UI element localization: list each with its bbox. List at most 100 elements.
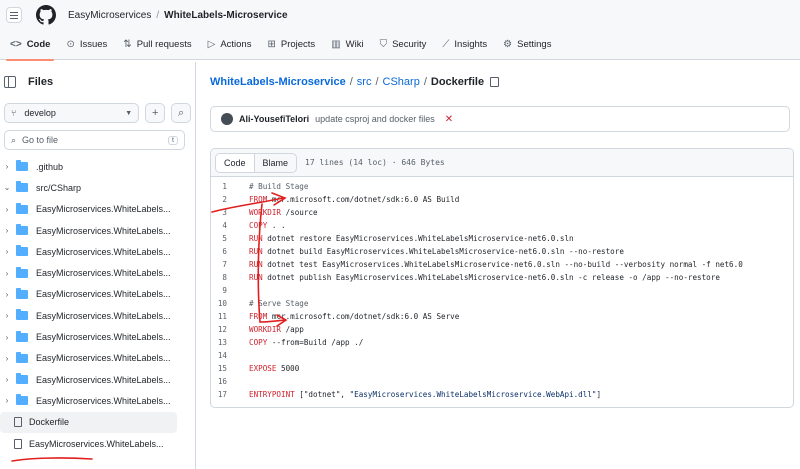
code-keyword: RUN	[249, 247, 263, 256]
code-keyword: EXPOSE	[249, 364, 277, 373]
code-text: "EasyMicroservices.WhiteLabelsMicroservi…	[349, 390, 597, 399]
commit-author[interactable]: Ali-YousefiTelori	[239, 114, 309, 124]
code-icon: <>	[10, 39, 22, 50]
tree-item-folder[interactable]: › EasyMicroservices.WhiteLabels...	[0, 326, 195, 347]
line-number[interactable]: 7	[211, 260, 249, 269]
tree-item-folder[interactable]: › EasyMicroservices.WhiteLabels...	[0, 305, 195, 326]
tab-pull-requests[interactable]: ⇅ Pull requests	[115, 30, 199, 60]
code-keyword: FROM	[249, 312, 268, 321]
issue-icon: ⊙	[66, 39, 75, 50]
tab-code[interactable]: <> Code	[2, 30, 58, 61]
code-text: ]	[596, 390, 602, 399]
code-keyword: RUN	[249, 273, 263, 282]
folder-icon	[16, 309, 28, 321]
tree-item-folder[interactable]: › EasyMicroservices.WhiteLabels...	[0, 262, 195, 283]
tree-item-folder[interactable]: › EasyMicroservices.WhiteLabels...	[0, 241, 195, 262]
tab-insights[interactable]: ⟋ Insights	[434, 30, 495, 60]
tree-item-folder[interactable]: › EasyMicroservices.WhiteLabels...	[0, 220, 195, 241]
folder-icon	[16, 330, 28, 342]
search-icon: ⌕	[177, 106, 185, 119]
sidebar-collapse-icon[interactable]	[4, 76, 16, 88]
play-icon: ▷	[207, 39, 216, 50]
failed-status-icon[interactable]: ✕	[445, 114, 453, 125]
branch-selector[interactable]: ⑂ develop ▼	[4, 103, 140, 123]
graph-icon: ⟋	[442, 39, 450, 50]
tab-wiki[interactable]: ▥ Wiki	[323, 30, 371, 60]
line-number[interactable]: 17	[211, 390, 249, 399]
code-keyword: COPY	[249, 221, 268, 230]
commit-message[interactable]: update csproj and docker files	[315, 114, 435, 124]
folder-icon	[16, 287, 28, 299]
tree-item-file[interactable]: EasyMicroservices.WhiteLabels...	[0, 433, 195, 454]
line-number[interactable]: 4	[211, 221, 249, 230]
menu-icon[interactable]	[6, 7, 22, 23]
chevron-right-icon: ›	[5, 289, 9, 299]
blame-view-button[interactable]: Blame	[255, 154, 297, 172]
line-number[interactable]: 8	[211, 273, 249, 282]
code-text: . .	[267, 221, 286, 230]
code-text: dotnet build EasyMicroservices.WhiteLabe…	[262, 247, 624, 256]
line-number[interactable]: 11	[211, 312, 249, 321]
code-line: 14	[211, 349, 793, 362]
github-logo-icon[interactable]	[36, 5, 56, 25]
code-view-button[interactable]: Code	[216, 153, 255, 172]
tab-actions[interactable]: ▷ Actions	[200, 30, 260, 60]
latest-commit-bar: Ali-YousefiTelori update csproj and dock…	[210, 106, 790, 132]
tab-issues[interactable]: ⊙ Issues	[58, 30, 115, 60]
line-number[interactable]: 16	[211, 377, 249, 386]
search-icon: ⌕	[11, 134, 17, 145]
line-number[interactable]: 5	[211, 234, 249, 243]
folder-icon	[16, 160, 28, 172]
tab-security[interactable]: ⛉ Security	[372, 30, 435, 60]
code-keyword: WORKDIR	[249, 208, 282, 217]
code-text: dotnet test EasyMicroservices.WhiteLabel…	[262, 260, 743, 269]
folder-icon	[16, 351, 28, 363]
tab-settings[interactable]: ⚙ Settings	[495, 30, 559, 60]
line-number[interactable]: 12	[211, 325, 249, 334]
search-button[interactable]: ⌕	[171, 103, 192, 123]
line-number[interactable]: 6	[211, 247, 249, 256]
go-to-file-input[interactable]: ⌕ Go to file t	[4, 130, 185, 150]
line-number[interactable]: 1	[211, 182, 249, 191]
file-breadcrumb: WhiteLabels-Microservice / src / CSharp …	[210, 62, 800, 102]
line-number[interactable]: 15	[211, 364, 249, 373]
repo-breadcrumb: EasyMicroservices / WhiteLabels-Microservi…	[68, 9, 288, 21]
gear-icon: ⚙	[503, 39, 513, 50]
line-number[interactable]: 9	[211, 286, 249, 295]
tree-item-github[interactable]: › .github	[0, 156, 195, 177]
tree-item-folder[interactable]: › EasyMicroservices.WhiteLabels...	[0, 369, 195, 390]
code-text: mcr.microsoft.com/dotnet/sdk:6.0 AS Serv…	[267, 312, 460, 321]
chevron-right-icon: ›	[5, 396, 9, 406]
repo-link[interactable]: WhiteLabels-Microservice	[164, 10, 287, 21]
code-line: 9	[211, 284, 793, 297]
chevron-right-icon: ›	[5, 353, 9, 363]
tree-item-folder[interactable]: › EasyMicroservices.WhiteLabels...	[0, 390, 195, 411]
line-number[interactable]: 10	[211, 299, 249, 308]
tree-item-folder[interactable]: › EasyMicroservices.WhiteLabels...	[0, 348, 195, 369]
code-keyword: RUN	[249, 260, 263, 269]
breadcrumb-repo-link[interactable]: WhiteLabels-Microservice	[210, 76, 346, 88]
tab-projects[interactable]: ⊞ Projects	[259, 30, 323, 60]
add-file-button[interactable]: +	[145, 103, 166, 123]
breadcrumb-csharp-link[interactable]: CSharp	[383, 76, 420, 88]
line-number[interactable]: 13	[211, 338, 249, 347]
avatar[interactable]	[221, 113, 233, 125]
breadcrumb-current-file: Dockerfile	[430, 76, 485, 88]
tree-item-folder[interactable]: › EasyMicroservices.WhiteLabels...	[0, 199, 195, 220]
owner-link[interactable]: EasyMicroservices	[68, 10, 151, 21]
file-icon	[14, 438, 22, 449]
line-number[interactable]: 3	[211, 208, 249, 217]
tree-item-dockerfile[interactable]: Dockerfile	[0, 411, 177, 433]
tree-item-folder[interactable]: › EasyMicroservices.WhiteLabels...	[0, 284, 195, 305]
code-box: Code Blame 17 lines (14 loc) · 646 Bytes…	[210, 148, 794, 408]
tree-item-src-csharp[interactable]: ⌄ src/CSharp	[0, 177, 195, 198]
code-line: 15 EXPOSE 5000	[211, 362, 793, 375]
line-number[interactable]: 14	[211, 351, 249, 360]
breadcrumb-src-link[interactable]: src	[357, 76, 372, 88]
code-line: 17 ENTRYPOINT ["dotnet", "EasyMicroservic…	[211, 388, 793, 401]
chevron-right-icon: ›	[5, 226, 9, 236]
code-text: mcr.microsoft.com/dotnet/sdk:6.0 AS Buil…	[267, 195, 460, 204]
file-tree-sidebar: Files ⑂ develop ▼ + ⌕ ⌕ Go to file t › .g…	[0, 62, 196, 469]
line-number[interactable]: 2	[211, 195, 249, 204]
copy-path-icon[interactable]	[490, 77, 500, 87]
